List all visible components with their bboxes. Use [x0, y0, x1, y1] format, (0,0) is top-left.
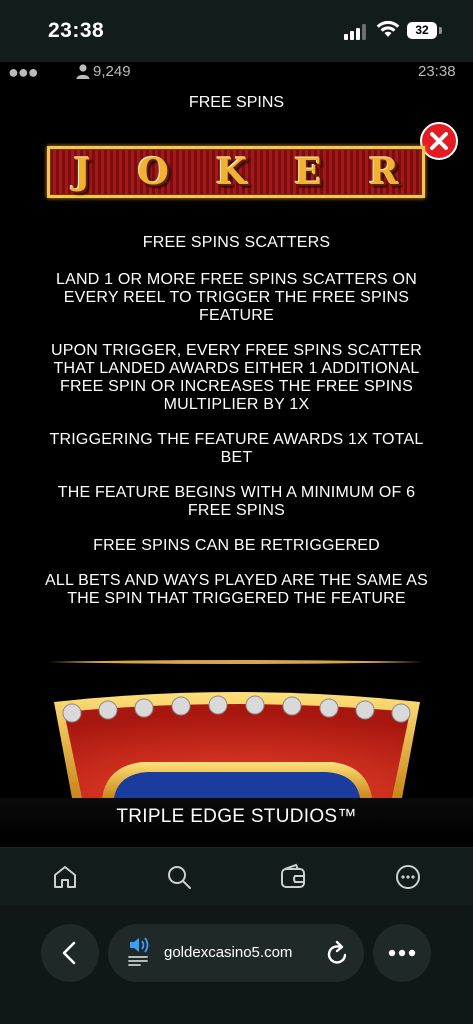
rule-paragraph: THE FEATURE BEGINS WITH A MINIMUM OF 6 F…: [57, 484, 416, 519]
logo-letter: O: [137, 151, 169, 193]
logo-letter: J: [73, 151, 91, 193]
user-icon: [76, 64, 90, 79]
url-text: goldexcasino5.com: [164, 944, 293, 961]
browser-toolbar: [0, 847, 473, 906]
logo-letter: R: [368, 151, 399, 193]
battery-indicator: 32: [407, 22, 437, 39]
player-count: 9,249: [76, 63, 131, 80]
studio-name: TRIPLE EDGE STUDIOS™: [116, 806, 357, 827]
section-heading: FREE SPINS SCATTERS: [142, 234, 331, 251]
ellipsis-icon: [388, 949, 416, 957]
gold-divider: [48, 660, 424, 664]
status-bar: 23:38 32: [0, 0, 473, 62]
address-bar[interactable]: goldexcasino5.com: [108, 924, 364, 982]
marquee-stage-graphic: [54, 692, 420, 798]
game-menu-button[interactable]: ●●●: [8, 63, 39, 81]
chevron-left-icon: [62, 941, 76, 965]
rules-text: FREE SPINS SCATTERS LAND 1 OR MORE FREE …: [40, 234, 433, 625]
wallet-icon[interactable]: [278, 862, 308, 892]
page-title: FREE SPINS: [188, 94, 285, 111]
close-button[interactable]: [420, 122, 458, 160]
logo-letter: E: [294, 151, 322, 193]
player-count-value: 9,249: [93, 63, 131, 80]
more-icon[interactable]: [393, 862, 423, 892]
sound-icon: [128, 937, 149, 966]
rule-paragraph: ALL BETS AND WAYS PLAYED ARE THE SAME AS…: [45, 572, 428, 607]
more-menu-button[interactable]: [373, 924, 431, 982]
rule-paragraph: LAND 1 OR MORE FREE SPINS SCATTERS ON EV…: [56, 271, 417, 324]
signal-icon: [344, 24, 370, 40]
search-icon[interactable]: [164, 862, 194, 892]
game-clock: 23:38: [418, 63, 456, 80]
rule-paragraph: FREE SPINS CAN BE RETRIGGERED: [93, 537, 380, 554]
rule-paragraph: TRIGGERING THE FEATURE AWARDS 1X TOTAL B…: [49, 431, 424, 466]
back-button[interactable]: [41, 924, 99, 982]
status-time: 23:38: [48, 19, 105, 42]
reload-icon[interactable]: [326, 940, 350, 966]
game-top-bar: ●●● 9,249 23:38: [0, 62, 473, 84]
home-icon[interactable]: [50, 862, 80, 892]
logo-letter: K: [215, 151, 248, 193]
close-icon: [430, 132, 448, 150]
wifi-icon: [376, 20, 400, 37]
battery-tip: [439, 27, 442, 34]
joker-logo: J O K E R: [47, 146, 425, 198]
rule-paragraph: UPON TRIGGER, EVERY FREE SPINS SCATTER T…: [51, 342, 422, 413]
